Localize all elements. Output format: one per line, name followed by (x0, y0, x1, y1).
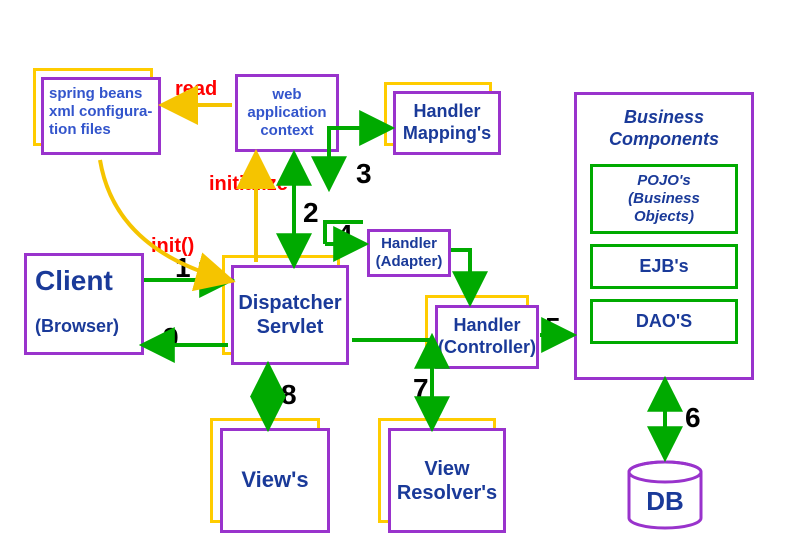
db-label: DB (646, 486, 684, 516)
web-app-context-label: web application context (247, 86, 326, 140)
dispatcher-label: Dispatcher Servlet (238, 291, 341, 339)
web-app-context-box: web application context (235, 74, 339, 152)
step-3: 3 (356, 158, 372, 190)
initialize-label: initialize (209, 173, 288, 196)
step-7: 7 (413, 373, 429, 405)
spring-beans-box: spring beans xml configura- tion files (41, 77, 161, 155)
db-icon: DB (625, 460, 705, 535)
handler-adapter-box: Handler (Adapter) (367, 229, 451, 277)
views-box: View's (220, 428, 330, 533)
read-label: read (175, 78, 217, 101)
step-2: 2 (303, 197, 319, 229)
spring-beans-label: spring beans xml configura- tion files (49, 85, 152, 139)
pojos-label: POJO's (Business Objects) (628, 172, 700, 226)
client-label: Client (35, 264, 133, 298)
pojos-box: POJO's (Business Objects) (590, 164, 738, 234)
daos-box: DAO'S (590, 299, 738, 344)
ejbs-label: EJB's (639, 256, 688, 278)
handler-adapter-label: Handler (Adapter) (376, 235, 443, 271)
step-1: 1 (175, 252, 191, 284)
views-label: View's (241, 467, 308, 493)
business-components-label: Business Components (589, 107, 739, 150)
business-components-box: Business Components POJO's (Business Obj… (574, 92, 754, 380)
client-browser-label: (Browser) (35, 316, 133, 338)
step-5: 5 (545, 312, 561, 344)
handler-controller-label: Handler (Controller) (438, 315, 536, 358)
client-box: Client (Browser) (24, 253, 144, 355)
handler-mappings-box: Handler Mapping's (393, 91, 501, 155)
ejbs-box: EJB's (590, 244, 738, 289)
view-resolvers-label: View Resolver's (397, 457, 497, 505)
step-6: 6 (685, 402, 701, 434)
handler-mappings-label: Handler Mapping's (403, 101, 491, 144)
dispatcher-servlet-box: Dispatcher Servlet (231, 265, 349, 365)
step-4: 4 (337, 219, 353, 251)
step-8: 8 (281, 379, 297, 411)
step-9: 9 (163, 322, 179, 354)
daos-label: DAO'S (636, 311, 692, 333)
view-resolvers-box: View Resolver's (388, 428, 506, 533)
handler-controller-box: Handler (Controller) (435, 305, 539, 369)
